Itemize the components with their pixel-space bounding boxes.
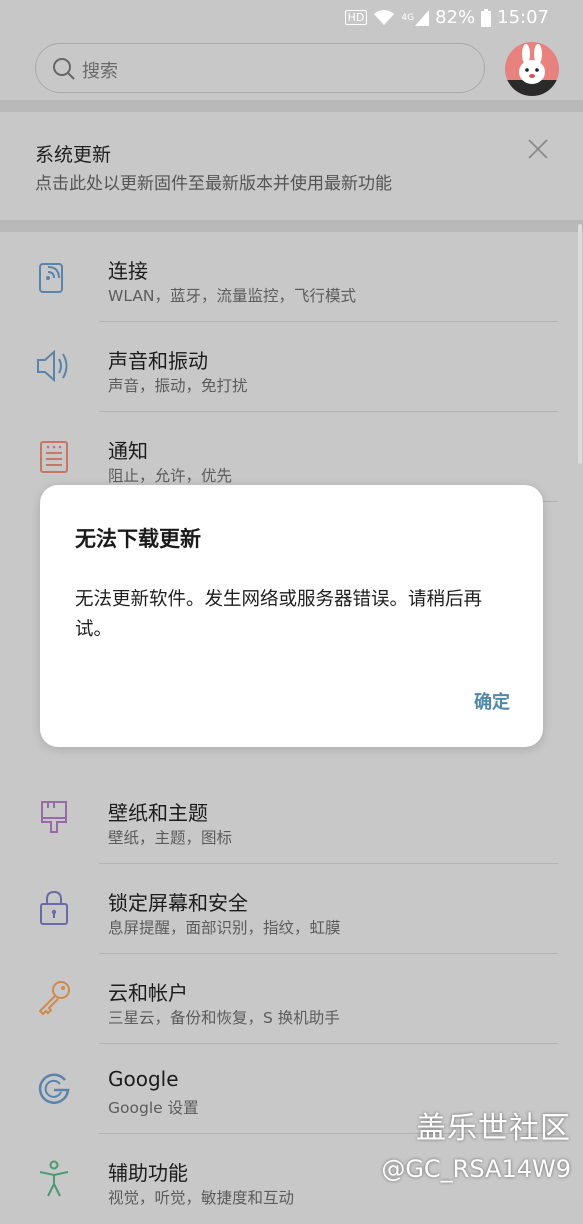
close-icon[interactable]: [527, 138, 549, 164]
lock-icon: [34, 888, 74, 928]
google-icon: [34, 1068, 74, 1108]
settings-item-subtitle: 声音，振动，免打扰: [108, 377, 248, 395]
bunny-avatar-icon: [505, 44, 559, 96]
error-dialog: 无法下载更新 无法更新软件。发生网络或服务器错误。请稍后再试。 确定: [40, 485, 543, 747]
settings-item-sound[interactable]: 声音和振动 声音，振动，免打扰: [0, 322, 583, 412]
watermark-user: @GC_RSA14W9: [381, 1155, 571, 1183]
search-placeholder: 搜索: [82, 61, 118, 82]
settings-item-wallpaper-themes[interactable]: 壁纸和主题 壁纸，主题，图标: [0, 774, 583, 864]
search-input[interactable]: 搜索: [35, 43, 485, 93]
settings-item-title: 声音和振动: [108, 349, 208, 373]
watermark-community: 盖乐世社区: [416, 1111, 571, 1146]
settings-item-title: 壁纸和主题: [108, 801, 208, 825]
clock: 15:07: [497, 7, 549, 28]
settings-item-cloud-accounts[interactable]: 云和帐户 三星云，备份和恢复，S 换机助手: [0, 954, 583, 1044]
battery-percent: 82%: [435, 7, 476, 28]
notifications-icon: [34, 436, 74, 476]
hd-icon: HD: [344, 10, 368, 25]
battery-icon: [481, 8, 492, 27]
scrollbar[interactable]: [578, 224, 582, 464]
settings-item-subtitle: 息屏提醒，面部识别，指纹，虹膜: [108, 919, 341, 937]
avatar[interactable]: [505, 42, 559, 96]
settings-item-title: 连接: [108, 259, 148, 283]
dialog-title: 无法下载更新: [75, 527, 201, 551]
settings-item-subtitle: 壁纸，主题，图标: [108, 829, 233, 847]
settings-item-title: 辅助功能: [108, 1161, 188, 1185]
key-icon: [34, 978, 74, 1018]
brush-icon: [34, 798, 74, 838]
status-bar: HD 4G 82% 15:07: [0, 0, 583, 34]
settings-item-title: 通知: [108, 439, 148, 463]
settings-item-subtitle: 阻止，允许，优先: [108, 467, 233, 485]
settings-item-title: Google: [108, 1067, 179, 1091]
settings-item-title: 锁定屏幕和安全: [108, 891, 248, 915]
signal-icon: 4G: [401, 9, 430, 26]
settings-item-subtitle: WLAN，蓝牙，流量监控，飞行模式: [108, 287, 357, 305]
accessibility-icon: [34, 1158, 74, 1198]
update-description: 点击此处以更新固件至最新版本并使用最新功能: [35, 174, 392, 194]
settings-item-lock-security[interactable]: 锁定屏幕和安全 息屏提醒，面部识别，指纹，虹膜: [0, 864, 583, 954]
settings-item-title: 云和帐户: [108, 981, 188, 1005]
wifi-icon: [373, 9, 395, 27]
update-banner[interactable]: 系统更新 点击此处以更新固件至最新版本并使用最新功能: [0, 112, 583, 220]
dialog-message: 无法更新软件。发生网络或服务器错误。请稍后再试。: [75, 589, 483, 640]
section-divider: [0, 220, 583, 232]
confirm-button[interactable]: 确定: [474, 688, 510, 714]
search-icon: [52, 57, 76, 85]
section-divider: [0, 100, 583, 112]
settings-item-subtitle: Google 设置: [108, 1099, 199, 1117]
sound-icon: [34, 346, 74, 386]
settings-item-subtitle: 视觉，听觉，敏捷度和互动: [108, 1189, 295, 1207]
update-title: 系统更新: [35, 144, 112, 166]
settings-item-connections[interactable]: 连接 WLAN，蓝牙，流量监控，飞行模式: [0, 232, 583, 322]
settings-item-subtitle: 三星云，备份和恢复，S 换机助手: [108, 1009, 340, 1027]
connections-icon: [34, 256, 74, 296]
watermark: 盖乐世社区 @GC_RSA14W9: [381, 1103, 571, 1183]
